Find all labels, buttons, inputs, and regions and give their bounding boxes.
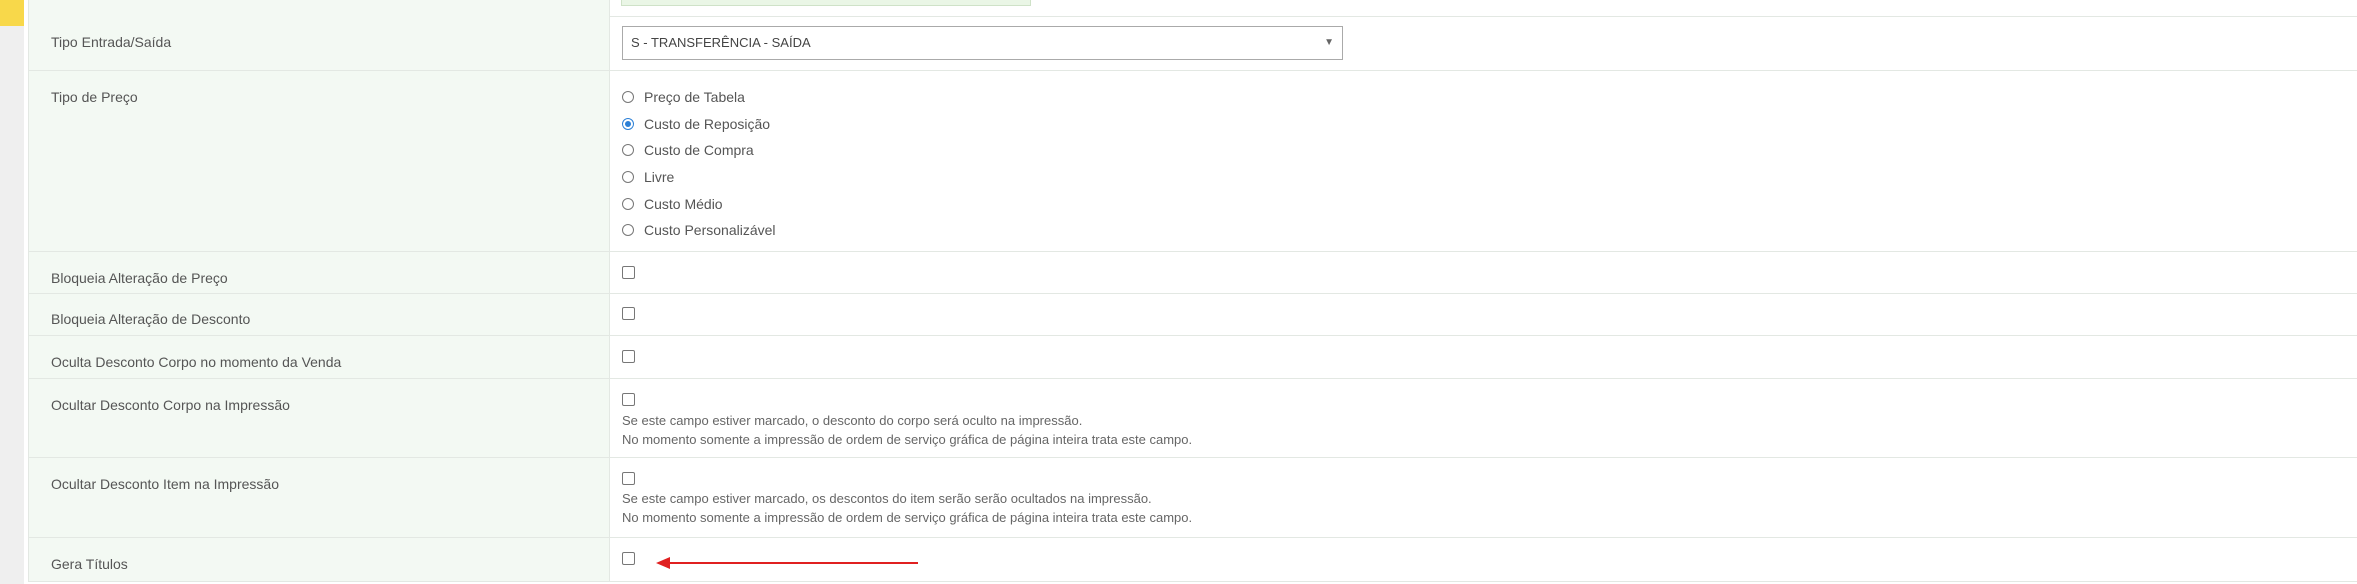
ocultar-desconto-item-checkbox[interactable] bbox=[622, 472, 635, 485]
ocultar-desconto-corpo-help: Se este campo estiver marcado, o descont… bbox=[622, 411, 1192, 449]
radio-label: Preço de Tabela bbox=[644, 89, 745, 106]
form-table: Tipo Entrada/Saída S - TRANSFERÊNCIA - S… bbox=[28, 0, 2357, 582]
radio-option-custo-personalizavel[interactable]: Custo Personalizável bbox=[622, 217, 776, 244]
help-line-1: Se este campo estiver marcado, os descon… bbox=[622, 491, 1152, 506]
oculta-desconto-venda-label: Oculta Desconto Corpo no momento da Vend… bbox=[28, 336, 610, 378]
ocultar-desconto-corpo-label: Ocultar Desconto Corpo na Impressão bbox=[28, 379, 610, 457]
radio-button[interactable] bbox=[622, 197, 634, 210]
bloqueia-preco-label: Bloqueia Alteração de Preço bbox=[28, 252, 610, 293]
ocultar-desconto-item-label: Ocultar Desconto Item na Impressão bbox=[28, 458, 610, 537]
previous-row-label-cell bbox=[28, 0, 610, 17]
sidebar-accent bbox=[0, 0, 24, 26]
row-ocultar-desconto-item: Ocultar Desconto Item na Impressão Se es… bbox=[28, 458, 2357, 538]
sidebar-strip bbox=[0, 0, 24, 584]
radio-option-custo-compra[interactable]: Custo de Compra bbox=[622, 137, 776, 164]
help-line-2: No momento somente a impressão de ordem … bbox=[622, 510, 1193, 525]
radio-button-checked[interactable] bbox=[622, 117, 634, 130]
tipo-entrada-saida-select[interactable]: S - TRANSFERÊNCIA - SAÍDA ▼ bbox=[622, 26, 1343, 60]
radio-label: Custo de Compra bbox=[644, 142, 754, 159]
row-gera-titulos: Gera Títulos bbox=[28, 538, 2357, 582]
row-oculta-desconto-venda: Oculta Desconto Corpo no momento da Vend… bbox=[28, 336, 2357, 379]
ocultar-desconto-item-value-cell: Se este campo estiver marcado, os descon… bbox=[610, 458, 2357, 537]
tipo-preco-radio-group: Preço de Tabela Custo de Reposição Custo… bbox=[622, 84, 776, 244]
radio-label: Custo de Reposição bbox=[644, 115, 771, 132]
tipo-entrada-saida-label: Tipo Entrada/Saída bbox=[28, 17, 610, 70]
previous-row-value-cell bbox=[610, 0, 2357, 16]
radio-button[interactable] bbox=[622, 171, 634, 184]
radio-option-livre[interactable]: Livre bbox=[622, 164, 776, 191]
tipo-preco-label: Tipo de Preço bbox=[28, 71, 610, 251]
bloqueia-preco-value-cell bbox=[610, 252, 2357, 293]
radio-button[interactable] bbox=[622, 91, 634, 104]
row-ocultar-desconto-corpo: Ocultar Desconto Corpo na Impressão Se e… bbox=[28, 379, 2357, 458]
row-bloqueia-desconto: Bloqueia Alteração de Desconto bbox=[28, 294, 2357, 336]
help-line-1: Se este campo estiver marcado, o descont… bbox=[622, 413, 1083, 428]
radio-option-custo-medio[interactable]: Custo Médio bbox=[622, 190, 776, 217]
radio-label: Livre bbox=[644, 169, 675, 186]
chevron-down-icon: ▼ bbox=[1324, 37, 1334, 48]
row-tipo-entrada-saida: Tipo Entrada/Saída S - TRANSFERÊNCIA - S… bbox=[28, 17, 2357, 71]
radio-label: Custo Médio bbox=[644, 195, 723, 212]
bloqueia-preco-checkbox[interactable] bbox=[622, 266, 635, 279]
radio-option-preco-tabela[interactable]: Preço de Tabela bbox=[622, 84, 776, 111]
ocultar-desconto-corpo-checkbox[interactable] bbox=[622, 393, 635, 406]
gera-titulos-checkbox[interactable] bbox=[622, 552, 635, 565]
arrow-head-icon bbox=[656, 557, 670, 569]
bloqueia-desconto-checkbox[interactable] bbox=[622, 307, 635, 320]
bloqueia-desconto-value-cell bbox=[610, 294, 2357, 335]
row-bloqueia-preco: Bloqueia Alteração de Preço bbox=[28, 252, 2357, 294]
tipo-entrada-saida-value-cell: S - TRANSFERÊNCIA - SAÍDA ▼ bbox=[610, 17, 2357, 70]
radio-button[interactable] bbox=[622, 144, 634, 157]
radio-option-custo-reposicao[interactable]: Custo de Reposição bbox=[622, 111, 776, 138]
tipo-entrada-saida-selected-value: S - TRANSFERÊNCIA - SAÍDA bbox=[631, 35, 811, 50]
previous-input[interactable] bbox=[621, 0, 1031, 6]
tipo-preco-value-cell: Preço de Tabela Custo de Reposição Custo… bbox=[610, 71, 2357, 251]
row-tipo-preco: Tipo de Preço Preço de Tabela Custo de R… bbox=[28, 71, 2357, 252]
oculta-desconto-venda-value-cell bbox=[610, 336, 2357, 378]
previous-row bbox=[28, 0, 2357, 17]
radio-label: Custo Personalizável bbox=[644, 222, 776, 239]
red-arrow-annotation bbox=[656, 557, 918, 569]
gera-titulos-label: Gera Títulos bbox=[28, 538, 610, 581]
ocultar-desconto-item-help: Se este campo estiver marcado, os descon… bbox=[622, 489, 1192, 527]
help-line-2: No momento somente a impressão de ordem … bbox=[622, 432, 1193, 447]
oculta-desconto-venda-checkbox[interactable] bbox=[622, 350, 635, 363]
ocultar-desconto-corpo-value-cell: Se este campo estiver marcado, o descont… bbox=[610, 379, 2357, 457]
bloqueia-desconto-label: Bloqueia Alteração de Desconto bbox=[28, 294, 610, 335]
radio-button[interactable] bbox=[622, 224, 634, 237]
